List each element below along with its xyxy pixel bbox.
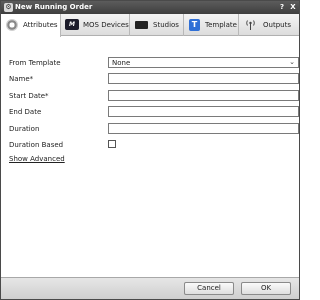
tab-template-label: Template [205, 21, 237, 29]
tab-attributes-label: Attributes [23, 21, 58, 29]
mos-icon: M [65, 19, 79, 30]
tab-outputs-label: Outputs [263, 21, 291, 29]
template-icon: T [189, 19, 200, 31]
end-date-row: End Date [9, 106, 299, 117]
tab-studios[interactable]: Studios [130, 14, 184, 36]
start-date-row: Start Date* [9, 90, 299, 101]
gear-icon: ⚙ [4, 3, 13, 12]
tab-bar: Attributes M MOS Devices Studios T Templ… [1, 14, 299, 37]
start-date-label: Start Date* [9, 92, 49, 100]
gear-icon [6, 19, 18, 31]
window-title: New Running Order [15, 3, 93, 11]
from-template-value: None [112, 59, 131, 67]
end-date-label: End Date [9, 108, 42, 116]
tab-studios-label: Studios [153, 21, 179, 29]
close-button[interactable]: X [288, 2, 298, 13]
name-row: Name* [9, 73, 299, 84]
tab-mos-devices[interactable]: M MOS Devices [61, 14, 130, 36]
end-date-input[interactable] [108, 106, 299, 117]
attributes-form: From Template None ⌄ Name* Start Date* E… [1, 37, 299, 277]
camera-icon [135, 21, 148, 29]
new-running-order-dialog: ⚙ New Running Order ? X Attributes M MOS… [0, 0, 300, 300]
duration-input[interactable] [108, 123, 299, 134]
name-label: Name* [9, 75, 34, 83]
chevron-down-icon: ⌄ [289, 58, 295, 66]
tab-attributes[interactable]: Attributes [1, 14, 61, 37]
duration-row: Duration [9, 123, 299, 134]
duration-label: Duration [9, 125, 40, 133]
cancel-button[interactable]: Cancel [184, 282, 234, 295]
tab-mos-devices-label: MOS Devices [83, 21, 129, 29]
show-advanced-link[interactable]: Show Advanced [9, 155, 65, 163]
duration-based-row: Duration Based [9, 139, 293, 150]
start-date-input[interactable] [108, 90, 299, 101]
from-template-row: From Template None ⌄ [9, 57, 299, 68]
tab-template[interactable]: T Template [184, 14, 239, 36]
title-bar[interactable]: ⚙ New Running Order ? X [1, 1, 299, 14]
duration-based-checkbox[interactable] [108, 140, 116, 148]
tab-outputs[interactable]: Outputs [239, 14, 299, 36]
from-template-select[interactable]: None ⌄ [108, 57, 299, 68]
ok-button[interactable]: OK [241, 282, 291, 295]
help-button[interactable]: ? [277, 2, 287, 13]
name-input[interactable] [108, 73, 299, 84]
antenna-icon-graphic [246, 20, 255, 30]
antenna-icon [244, 19, 257, 30]
dialog-footer: Cancel OK [1, 277, 299, 299]
from-template-label: From Template [9, 59, 61, 67]
duration-based-label: Duration Based [9, 141, 64, 149]
